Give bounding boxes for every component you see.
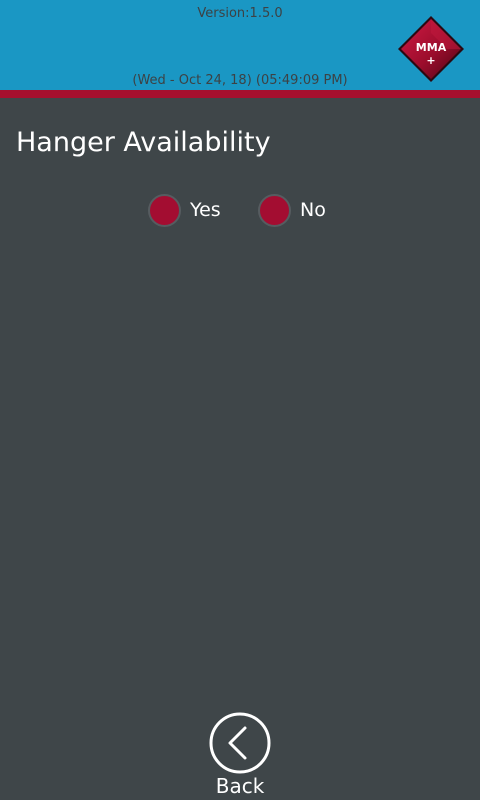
radio-yes-circle[interactable] xyxy=(148,193,181,227)
logo-text: MMA xyxy=(416,41,447,54)
hanger-availability-radio-group: Yes No xyxy=(0,190,480,230)
back-button[interactable]: Back xyxy=(200,710,280,800)
header-accent-strip xyxy=(0,90,480,98)
app-header: Version:1.5.0 (Wed - Oct 24, 18) (05:49:… xyxy=(0,0,480,90)
page-title: Hanger Availability xyxy=(16,127,271,158)
chevron-left-icon[interactable] xyxy=(209,712,271,774)
radio-no-label[interactable]: No xyxy=(300,199,326,221)
radio-yes[interactable]: Yes xyxy=(148,190,221,230)
radio-yes-label[interactable]: Yes xyxy=(190,199,221,221)
back-label[interactable]: Back xyxy=(200,774,280,798)
mma-logo: MMA + xyxy=(397,15,465,83)
radio-no[interactable]: No xyxy=(258,190,326,230)
logo-plus-text: + xyxy=(426,54,435,67)
radio-no-circle[interactable] xyxy=(258,193,291,227)
